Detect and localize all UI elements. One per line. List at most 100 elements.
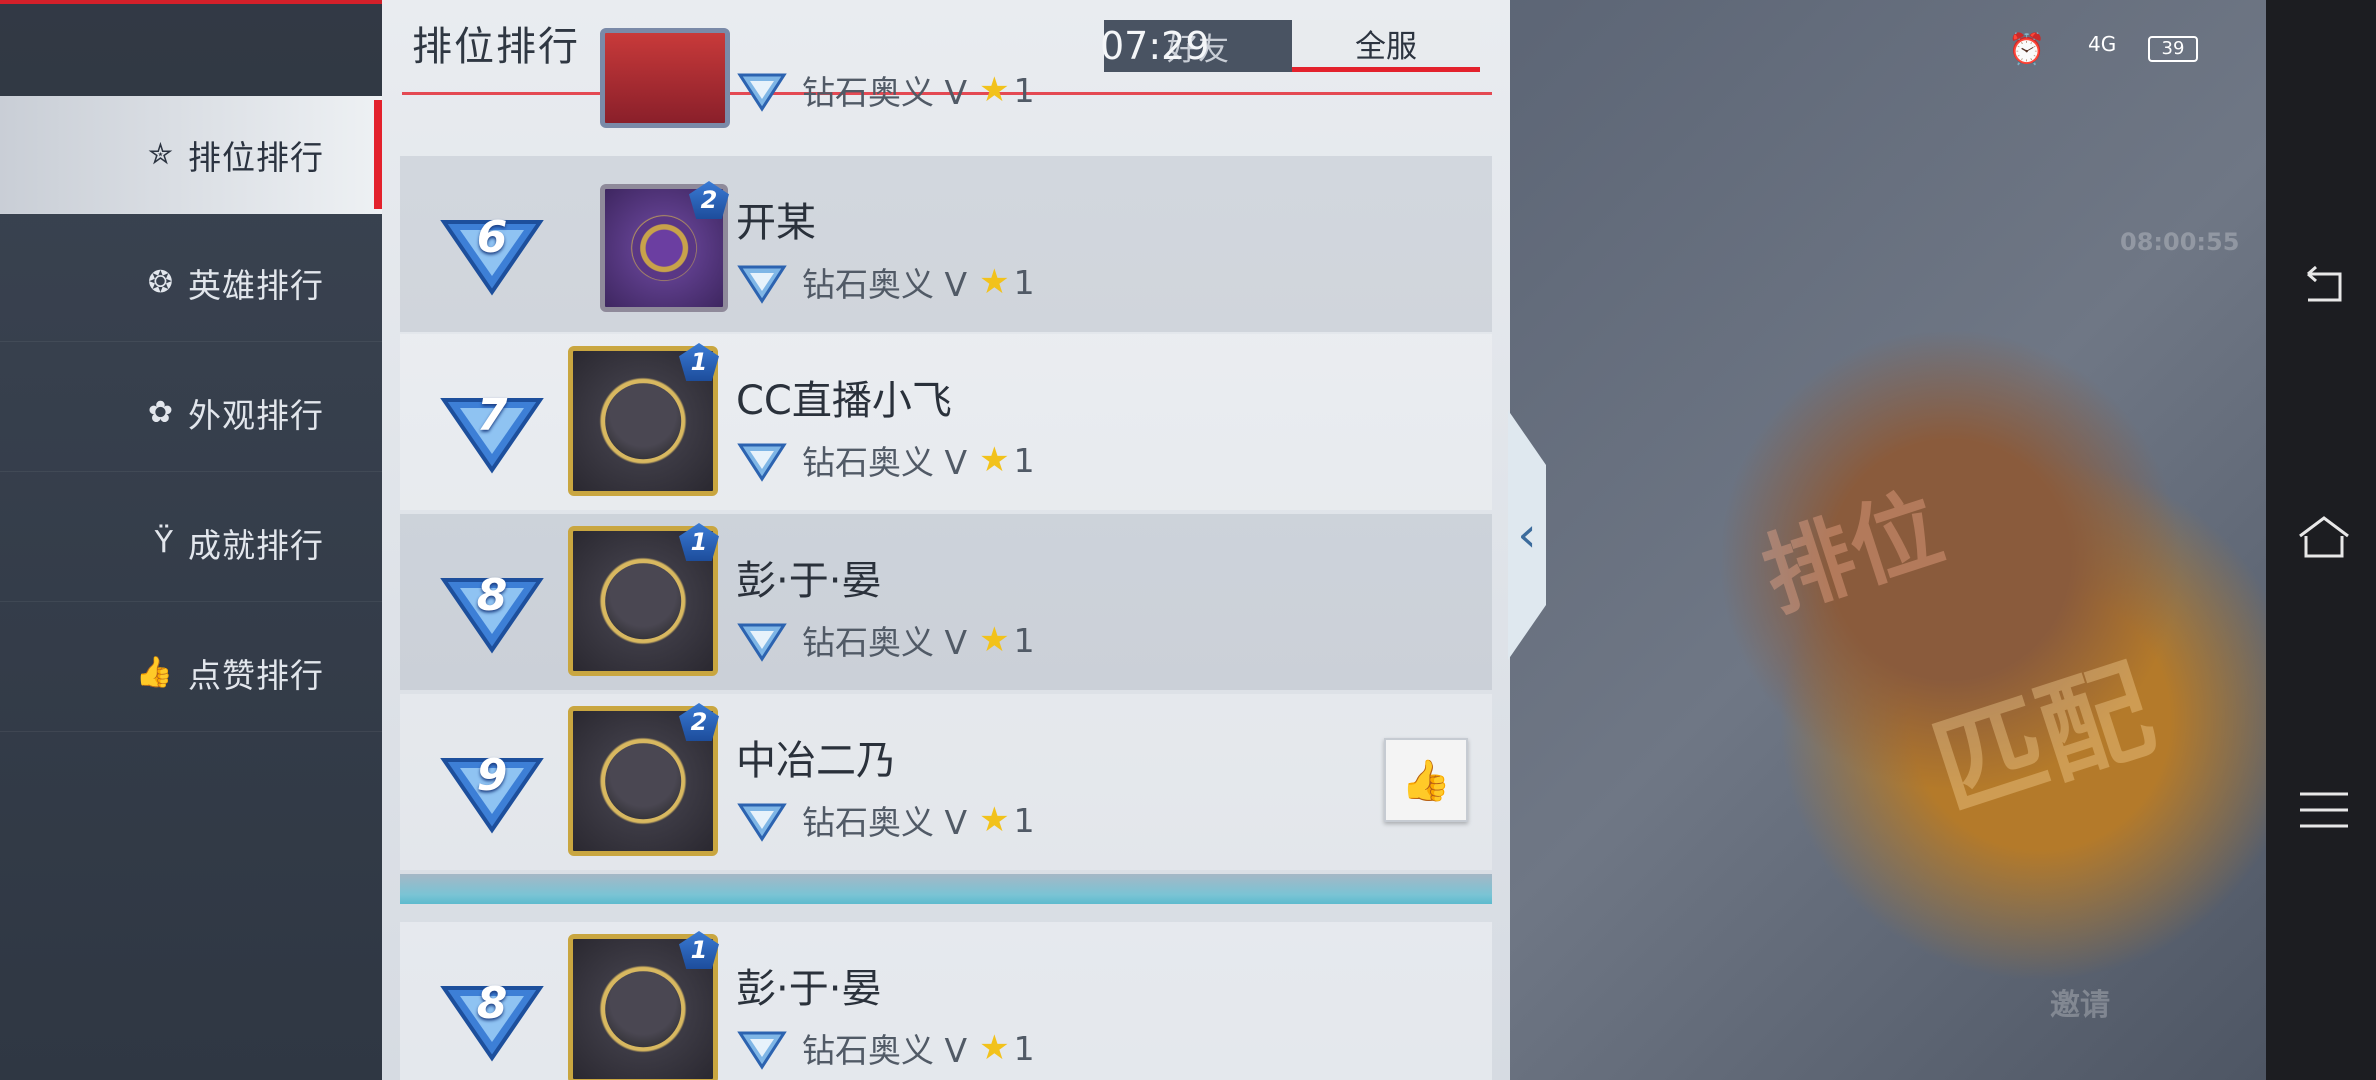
rank-number: 7 xyxy=(476,390,508,441)
diamond-tier-icon xyxy=(737,623,787,662)
star-count: 1 xyxy=(1013,440,1035,480)
back-button[interactable] xyxy=(2296,258,2352,314)
panther-emblem-icon xyxy=(605,383,681,459)
sidebar-item-label: 点赞排行 xyxy=(188,655,324,695)
my-rank-row[interactable]: 8 1 彭·于·晏 钻石奥义 V ★ 1 xyxy=(400,922,1492,1080)
rank-badge: 9 xyxy=(440,744,544,834)
star-icon: ★ xyxy=(979,1028,1010,1068)
avatar[interactable]: 1 xyxy=(568,343,719,496)
rank-badge: 8 xyxy=(440,564,544,654)
signal-indicator: 4G xyxy=(2088,32,2117,56)
rank-number: 6 xyxy=(476,212,508,263)
like-button[interactable]: 👍 xyxy=(1384,738,1468,822)
event-timer: 08:00:55 xyxy=(2120,228,2240,256)
avatar xyxy=(600,28,730,128)
back-icon xyxy=(2307,265,2342,302)
rank-number: 9 xyxy=(476,750,508,801)
avatar[interactable]: 1 xyxy=(568,523,719,676)
table-row[interactable]: 7 1 CC直播小飞 钻石奥义 V ★ 1 xyxy=(400,334,1492,510)
rank-number: 8 xyxy=(476,570,508,621)
invite-label: 邀请 xyxy=(2050,988,2110,1023)
sidebar-item-hero[interactable]: ❂ 英雄排行 xyxy=(0,224,382,342)
diamond-tier-icon xyxy=(737,803,787,842)
tier-info: 钻石奥义 V ★ 1 xyxy=(736,616,1035,664)
self-row-divider xyxy=(400,874,1492,904)
sidebar-header xyxy=(0,0,382,100)
tier-info: 钻石奥义 V ★ 1 xyxy=(736,258,1035,306)
avatar[interactable]: 2 xyxy=(568,703,719,856)
star-count: 1 xyxy=(1013,620,1035,660)
star-icon: ★ xyxy=(979,440,1010,480)
star-count: 1 xyxy=(1013,800,1035,840)
tier-label: 钻石奥义 V xyxy=(802,803,968,842)
player-name: CC直播小飞 xyxy=(736,378,952,424)
player-name: 彭·于·晏 xyxy=(736,558,882,604)
avatar-level-badge: 1 xyxy=(679,343,719,381)
avatar-level-badge: 1 xyxy=(679,523,719,561)
menu-button[interactable] xyxy=(2296,782,2352,838)
player-name: 开某 xyxy=(736,200,816,246)
system-nav-bar xyxy=(2266,0,2376,1080)
match-mode-label: 匹配 xyxy=(1918,644,2168,835)
menu-icon xyxy=(2300,792,2348,828)
avatar-level-badge: 2 xyxy=(679,703,719,741)
panther-emblem-icon xyxy=(605,971,681,1047)
sidebar-item-appearance[interactable]: ✿ 外观排行 xyxy=(0,354,382,472)
tier-label: 钻石奥义 V xyxy=(802,443,968,482)
player-name: 中冶二乃 xyxy=(736,738,896,784)
sidebar-item-likes[interactable]: 👍 点赞排行 xyxy=(0,614,382,732)
table-row[interactable]: 9 2 中冶二乃 钻石奥义 V ★ 1 👍 xyxy=(400,694,1492,870)
avatar[interactable]: 1 xyxy=(568,931,719,1080)
rank-badge: 8 xyxy=(440,972,544,1062)
trophy-icon: Ÿ xyxy=(154,525,174,560)
player-name: 彭·于·晏 xyxy=(736,966,882,1012)
avatar[interactable]: 2 xyxy=(600,181,729,312)
avatar-level-badge: 2 xyxy=(689,181,729,219)
tier-info: 钻石奥义 V ★ 1 xyxy=(736,1024,1035,1072)
star-count: 1 xyxy=(1013,1028,1035,1068)
tier-info: 钻石奥义 V ★ 1 xyxy=(736,796,1035,844)
tier-label: 钻石奥义 V xyxy=(802,623,968,662)
rank-badge: 7 xyxy=(440,384,544,474)
star-icon: ✮ xyxy=(147,137,174,172)
battery-indicator: 39 xyxy=(2148,36,2198,62)
table-row[interactable]: 8 1 彭·于·晏 钻石奥义 V ★ 1 xyxy=(400,514,1492,690)
ranking-panel: 排位排行 好友 全服 07:29 钻石奥义 V ★ 1 6 2 开某 钻石奥义 … xyxy=(382,0,1510,1080)
panther-emblem-icon xyxy=(605,563,681,639)
guardians-emblem-icon xyxy=(632,216,696,280)
thumbs-up-icon: 👍 xyxy=(1401,757,1451,804)
star-icon: ★ xyxy=(979,800,1010,840)
star-icon: ★ xyxy=(979,620,1010,660)
table-row[interactable]: 6 2 开某 钻石奥义 V ★ 1 xyxy=(400,156,1492,332)
tier-label: 钻石奥义 V xyxy=(802,1031,968,1070)
tier-info: 钻石奥义 V ★ 1 xyxy=(736,66,1035,114)
battery-level: 39 xyxy=(2161,38,2185,59)
sidebar-item-label: 排位排行 xyxy=(188,137,324,177)
rank-number: 8 xyxy=(476,978,508,1029)
rank-badge: 6 xyxy=(440,206,544,296)
home-button[interactable] xyxy=(2296,510,2352,566)
diamond-tier-icon xyxy=(737,73,787,112)
thumb-icon: 👍 xyxy=(135,655,174,690)
chevron-left-icon: ‹ xyxy=(1517,507,1537,563)
panther-emblem-icon xyxy=(605,743,681,819)
star-icon: ★ xyxy=(979,70,1010,110)
home-icon xyxy=(2299,516,2349,558)
sidebar-item-rank[interactable]: ✮ 排位排行 xyxy=(0,96,382,214)
sidebar-item-label: 外观排行 xyxy=(188,395,324,435)
star-icon: ★ xyxy=(979,262,1010,302)
star-count: 1 xyxy=(1013,262,1035,302)
sidebar-item-achievement[interactable]: Ÿ 成就排行 xyxy=(0,484,382,602)
sidebar-item-label: 成就排行 xyxy=(188,525,324,565)
sidebar-item-label: 英雄排行 xyxy=(188,265,324,305)
rank-mode-label: 排位 xyxy=(1750,475,1955,631)
tier-info: 钻石奥义 V ★ 1 xyxy=(736,436,1035,484)
table-row[interactable]: 钻石奥义 V ★ 1 xyxy=(400,0,1492,156)
star-count: 1 xyxy=(1013,70,1035,110)
diamond-tier-icon xyxy=(737,265,787,304)
leaderboard-sidebar: ✮ 排位排行 ❂ 英雄排行 ✿ 外观排行 Ÿ 成就排行 👍 点赞排行 xyxy=(0,0,382,1080)
diamond-tier-icon xyxy=(737,443,787,482)
tier-label: 钻石奥义 V xyxy=(802,73,968,112)
diamond-tier-icon xyxy=(737,1031,787,1070)
avatar-level-badge: 1 xyxy=(679,931,719,969)
